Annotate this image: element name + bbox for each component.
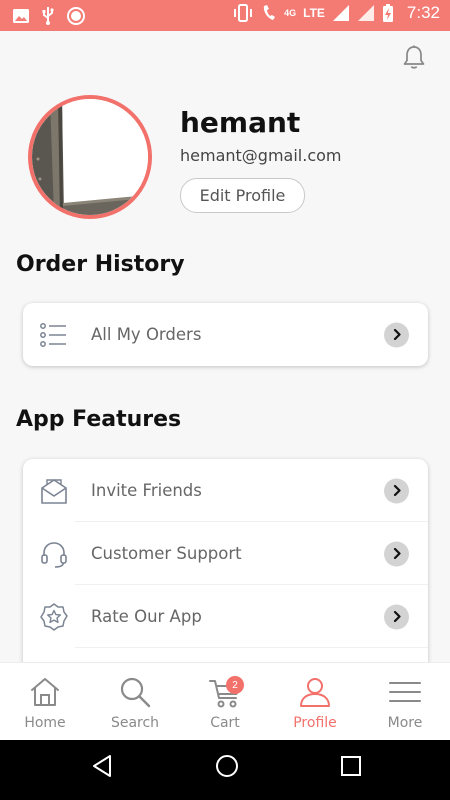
chevron-right-icon bbox=[384, 604, 409, 629]
home-circle-icon[interactable] bbox=[214, 753, 240, 779]
nav-profile[interactable]: Profile bbox=[270, 663, 360, 740]
clock: 7:32 bbox=[406, 3, 440, 22]
bottom-navigation: Home Search 2 Cart Profile More bbox=[0, 662, 450, 740]
nav-home[interactable]: Home bbox=[0, 663, 90, 740]
menu-item-customer-support[interactable]: Customer Support bbox=[23, 522, 428, 585]
menu-icon bbox=[389, 682, 421, 702]
avatar-photo bbox=[32, 99, 148, 215]
chevron-right-icon bbox=[384, 322, 409, 347]
menu-item-rate-app[interactable]: Rate Our App bbox=[23, 585, 428, 648]
list-icon bbox=[40, 322, 66, 347]
chevron-right-icon bbox=[384, 478, 409, 503]
headset-icon bbox=[41, 541, 67, 568]
menu-item-label: Rate Our App bbox=[91, 607, 202, 626]
nav-label: Home bbox=[24, 715, 66, 731]
avatar[interactable] bbox=[28, 95, 152, 219]
nav-label: More bbox=[387, 715, 423, 731]
search-icon bbox=[120, 677, 151, 708]
home-icon bbox=[31, 678, 59, 706]
wifi-calling-icon bbox=[263, 5, 276, 20]
nav-label: Search bbox=[110, 715, 160, 731]
system-navigation-bar bbox=[0, 740, 450, 800]
star-badge-icon bbox=[40, 602, 68, 631]
image-notification-icon bbox=[13, 9, 29, 23]
menu-item-label: All My Orders bbox=[91, 325, 202, 344]
signal-icon-2 bbox=[357, 5, 374, 21]
nav-label: Cart bbox=[210, 715, 240, 731]
menu-item-all-orders[interactable]: All My Orders bbox=[23, 303, 428, 366]
bell-icon[interactable] bbox=[400, 44, 428, 72]
cart-badge: 2 bbox=[226, 676, 244, 694]
app-features-card: Invite Friends Customer Support Rate Our… bbox=[23, 459, 428, 674]
order-history-title: Order History bbox=[16, 252, 185, 277]
vibrate-icon bbox=[234, 4, 253, 22]
nav-search[interactable]: Search bbox=[90, 663, 180, 740]
envelope-icon bbox=[41, 478, 67, 504]
profile-email: hemant@gmail.com bbox=[180, 146, 342, 165]
usb-icon bbox=[42, 7, 54, 25]
edit-profile-button[interactable]: Edit Profile bbox=[180, 178, 305, 213]
user-icon bbox=[300, 678, 330, 707]
nav-label: Profile bbox=[293, 715, 337, 731]
profile-name: hemant bbox=[180, 106, 301, 139]
signal-icon bbox=[332, 5, 349, 21]
nav-cart[interactable]: 2 Cart bbox=[180, 663, 270, 740]
nav-more[interactable]: More bbox=[360, 663, 450, 740]
record-icon bbox=[67, 7, 85, 25]
menu-item-invite-friends[interactable]: Invite Friends bbox=[23, 459, 428, 522]
network-gen-text: 4G bbox=[284, 8, 297, 18]
menu-item-label: Invite Friends bbox=[91, 481, 202, 500]
battery-charging-icon bbox=[382, 4, 393, 22]
app-features-title: App Features bbox=[16, 407, 182, 432]
divider bbox=[75, 647, 428, 648]
menu-item-label: Customer Support bbox=[91, 544, 242, 563]
lte-indicator: LTE bbox=[303, 6, 325, 20]
order-history-card: All My Orders bbox=[23, 303, 428, 366]
chevron-right-icon bbox=[384, 541, 409, 566]
status-bar: 4G LTE 7:32 bbox=[0, 0, 450, 31]
back-icon[interactable] bbox=[90, 753, 116, 779]
recents-icon[interactable] bbox=[339, 754, 363, 778]
